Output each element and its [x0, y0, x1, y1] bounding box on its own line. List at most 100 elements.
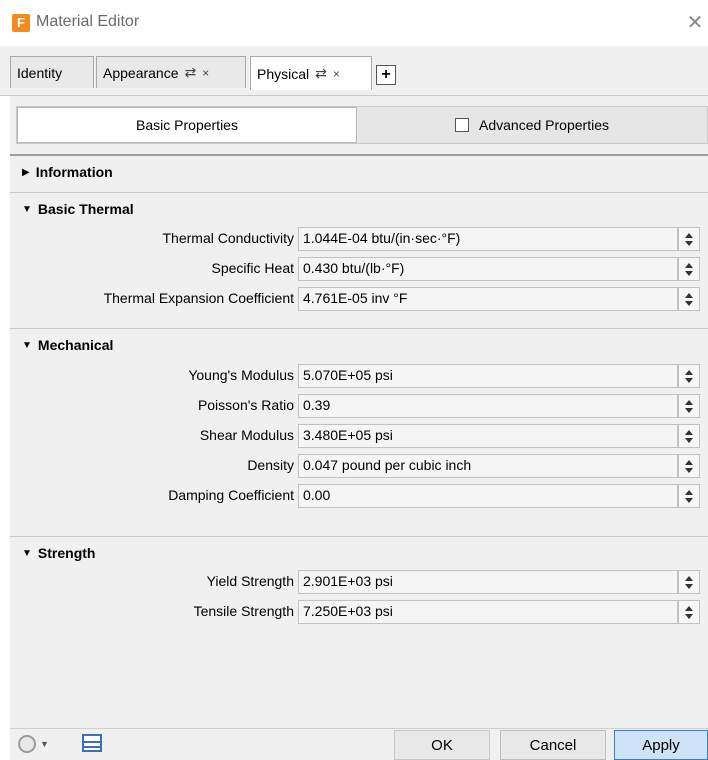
- spin-down-icon[interactable]: [685, 613, 693, 619]
- spinner[interactable]: [678, 394, 700, 418]
- close-tab-icon[interactable]: ×: [333, 67, 340, 81]
- spin-up-icon[interactable]: [685, 262, 693, 268]
- property-label: Young's Modulus: [188, 367, 294, 383]
- property-label: Poisson's Ratio: [197, 397, 294, 413]
- section-title: Strength: [37, 545, 96, 561]
- spin-up-icon[interactable]: [685, 489, 693, 495]
- tab-label: Identity: [17, 64, 63, 81]
- basic-properties-tab[interactable]: Basic Properties: [17, 107, 357, 143]
- property-row-thermal-conductivity: Thermal Conductivity 1.044E-04 btu/(in·s…: [10, 227, 708, 251]
- thermal-expansion-field[interactable]: 4.761E-05 inv °F: [298, 287, 678, 311]
- spin-down-icon[interactable]: [685, 437, 693, 443]
- spin-up-icon[interactable]: [685, 399, 693, 405]
- spinner[interactable]: [678, 424, 700, 448]
- divider: [10, 536, 708, 537]
- title-bar: F Material Editor ✕: [0, 0, 708, 46]
- divider: [10, 328, 708, 329]
- close-icon[interactable]: ✕: [682, 10, 708, 36]
- specific-heat-field[interactable]: 0.430 btu/(lb·°F): [298, 257, 678, 281]
- spin-down-icon[interactable]: [685, 467, 693, 473]
- collapse-down-icon: ▼: [22, 339, 32, 351]
- tab-bar: Identity Appearance ⇄ × Physical ⇄ × +: [0, 46, 708, 96]
- spin-up-icon[interactable]: [685, 292, 693, 298]
- tensile-strength-field[interactable]: 7.250E+03 psi: [298, 600, 678, 624]
- property-row-specific-heat: Specific Heat 0.430 btu/(lb·°F): [10, 257, 708, 281]
- spin-up-icon[interactable]: [685, 459, 693, 465]
- section-information[interactable]: ▶ Information: [22, 164, 113, 180]
- sync-icon[interactable]: ⇄: [315, 65, 327, 82]
- cancel-button[interactable]: Cancel: [500, 730, 606, 760]
- damping-coefficient-field[interactable]: 0.00: [298, 484, 678, 508]
- property-row-youngs-modulus: Young's Modulus 5.070E+05 psi: [10, 364, 708, 388]
- collapse-down-icon: ▼: [22, 547, 32, 559]
- sync-icon[interactable]: ⇄: [185, 64, 197, 81]
- spin-down-icon[interactable]: [685, 270, 693, 276]
- spin-up-icon[interactable]: [685, 369, 693, 375]
- section-basic-thermal[interactable]: ▼ Basic Thermal: [22, 201, 134, 217]
- youngs-modulus-field[interactable]: 5.070E+05 psi: [298, 364, 678, 388]
- tab-appearance[interactable]: Appearance ⇄ ×: [96, 56, 246, 88]
- density-field[interactable]: 0.047 pound per cubic inch: [298, 454, 678, 478]
- tab-label: Appearance: [103, 64, 179, 81]
- expand-right-icon: ▶: [22, 166, 30, 178]
- advanced-properties-tab[interactable]: Advanced Properties: [357, 107, 707, 143]
- section-title: Basic Thermal: [37, 201, 134, 217]
- divider: [10, 154, 708, 156]
- property-label: Thermal Conductivity: [162, 230, 295, 246]
- poissons-ratio-field[interactable]: 0.39: [298, 394, 678, 418]
- spin-down-icon[interactable]: [685, 497, 693, 503]
- spinner[interactable]: [678, 287, 700, 311]
- property-row-damping-coefficient: Damping Coefficient 0.00: [10, 484, 708, 508]
- property-row-poissons-ratio: Poisson's Ratio 0.39: [10, 394, 708, 418]
- property-label: Yield Strength: [206, 573, 294, 589]
- property-row-tensile-strength: Tensile Strength 7.250E+03 psi: [10, 600, 708, 624]
- property-label: Thermal Expansion Coefficient: [103, 290, 294, 306]
- section-title: Mechanical: [37, 337, 114, 353]
- spinner[interactable]: [678, 484, 700, 508]
- section-title: Information: [35, 164, 113, 180]
- thermal-conductivity-field[interactable]: 1.044E-04 btu/(in·sec·°F): [298, 227, 678, 251]
- property-row-shear-modulus: Shear Modulus 3.480E+05 psi: [10, 424, 708, 448]
- ok-button[interactable]: OK: [394, 730, 490, 760]
- yield-strength-field[interactable]: 2.901E+03 psi: [298, 570, 678, 594]
- advanced-properties-checkbox[interactable]: [455, 118, 470, 132]
- spin-up-icon[interactable]: [685, 575, 693, 581]
- apply-button[interactable]: Apply: [614, 730, 708, 760]
- spin-up-icon[interactable]: [685, 605, 693, 611]
- material-library-icon[interactable]: [18, 735, 36, 753]
- spinner[interactable]: [678, 570, 700, 594]
- spinner[interactable]: [678, 257, 700, 281]
- property-label: Specific Heat: [211, 260, 294, 276]
- chevron-down-icon[interactable]: ▼: [40, 739, 49, 749]
- property-label: Tensile Strength: [193, 603, 294, 619]
- spin-up-icon[interactable]: [685, 232, 693, 238]
- spin-down-icon[interactable]: [685, 377, 693, 383]
- spin-down-icon[interactable]: [685, 300, 693, 306]
- spinner[interactable]: [678, 227, 700, 251]
- list-view-icon[interactable]: [82, 734, 102, 752]
- add-tab-button[interactable]: +: [376, 65, 396, 85]
- close-tab-icon[interactable]: ×: [202, 66, 209, 80]
- spin-up-icon[interactable]: [685, 429, 693, 435]
- spin-down-icon[interactable]: [685, 583, 693, 589]
- divider: [10, 192, 708, 193]
- tab-physical[interactable]: Physical ⇄ ×: [250, 56, 372, 90]
- tab-label: Physical: [257, 65, 310, 82]
- spinner[interactable]: [678, 364, 700, 388]
- tab-identity[interactable]: Identity: [10, 56, 94, 88]
- spin-down-icon[interactable]: [685, 240, 693, 246]
- property-label: Density: [247, 457, 294, 473]
- shear-modulus-field[interactable]: 3.480E+05 psi: [298, 424, 678, 448]
- advanced-properties-label: Advanced Properties: [479, 117, 609, 133]
- basic-properties-label: Basic Properties: [136, 117, 238, 133]
- spinner[interactable]: [678, 600, 700, 624]
- spin-down-icon[interactable]: [685, 407, 693, 413]
- spinner[interactable]: [678, 454, 700, 478]
- property-row-yield-strength: Yield Strength 2.901E+03 psi: [10, 570, 708, 594]
- section-mechanical[interactable]: ▼ Mechanical: [22, 337, 113, 353]
- property-row-density: Density 0.047 pound per cubic inch: [10, 454, 708, 478]
- property-row-thermal-expansion: Thermal Expansion Coefficient 4.761E-05 …: [10, 287, 708, 311]
- section-strength[interactable]: ▼ Strength: [22, 545, 95, 561]
- property-mode-switch: Basic Properties Advanced Properties: [16, 106, 708, 144]
- property-label: Shear Modulus: [199, 427, 294, 443]
